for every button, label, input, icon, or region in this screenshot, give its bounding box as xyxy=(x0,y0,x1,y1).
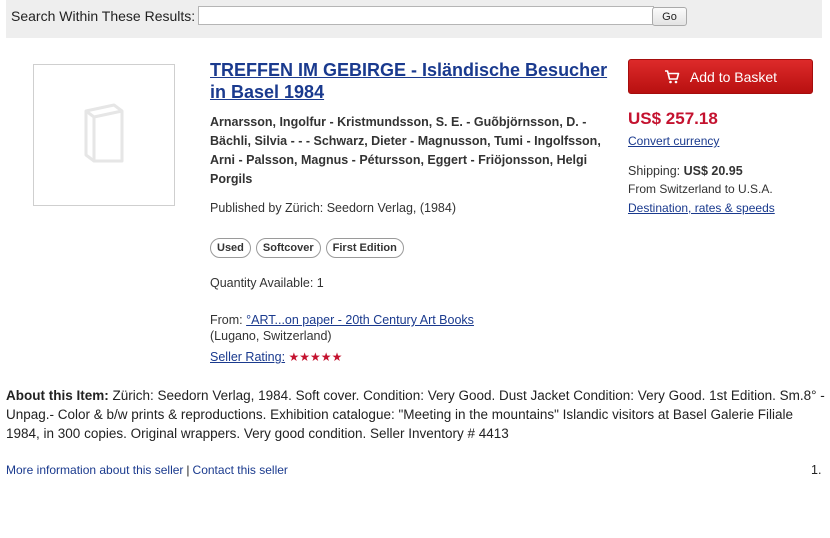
contact-seller-link[interactable]: Contact this seller xyxy=(193,463,288,477)
shipping-label: Shipping: xyxy=(628,164,681,178)
badge-used: Used xyxy=(210,238,251,258)
rating-stars-icon: ★★★★★ xyxy=(288,350,343,364)
shipping-info: Shipping: US$ 20.95 xyxy=(628,164,743,178)
badge-first-edition: First Edition xyxy=(325,238,404,258)
book-thumbnail[interactable] xyxy=(33,64,175,206)
price: US$ 257.18 xyxy=(628,109,718,128)
seller-rating-link[interactable]: Seller Rating: xyxy=(210,350,285,364)
more-info-seller-link[interactable]: More information about this seller xyxy=(6,463,183,477)
about-this-item: About this Item: Zürich: Seedorn Verlag,… xyxy=(6,386,826,443)
search-input[interactable] xyxy=(198,6,654,25)
shipping-price: US$ 20.95 xyxy=(683,164,743,178)
link-separator: | xyxy=(186,463,190,477)
result-number: 1. xyxy=(811,463,822,477)
book-placeholder-icon xyxy=(84,103,124,163)
seller-from: From: °ART...on paper - 20th Century Art… xyxy=(210,311,474,329)
listing-authors: Arnarsson, Ingolfur - Kristmundsson, S. … xyxy=(210,115,601,186)
seller-name-link[interactable]: °ART...on paper - 20th Century Art Books xyxy=(246,313,474,327)
convert-currency-link[interactable]: Convert currency xyxy=(628,134,719,148)
search-label: Search Within These Results: xyxy=(11,8,196,24)
listing-title[interactable]: TREFFEN IM GEBIRGE - Isländische Besuche… xyxy=(210,59,615,103)
search-bar: Search Within These Results: Go xyxy=(6,0,822,38)
add-to-basket-button[interactable]: Add to Basket xyxy=(628,59,813,94)
add-to-basket-label: Add to Basket xyxy=(689,68,778,85)
destination-rates-link[interactable]: Destination, rates & speeds xyxy=(628,201,775,215)
attribute-badges: Used Softcover First Edition xyxy=(210,238,404,258)
shipping-route: From Switzerland to U.S.A. xyxy=(628,182,773,196)
go-button[interactable]: Go xyxy=(652,7,687,26)
seller-footer-links: More information about this seller | Conta… xyxy=(6,463,288,477)
publisher-info: Published by Zürich: Seedorn Verlag, (19… xyxy=(210,201,456,215)
seller-location: (Lugano, Switzerland) xyxy=(210,329,332,343)
from-label: From: xyxy=(210,313,243,327)
seller-rating: Seller Rating: ★★★★★ xyxy=(210,350,342,364)
badge-softcover: Softcover xyxy=(255,238,321,258)
quantity-available: Quantity Available: 1 xyxy=(210,276,324,290)
cart-icon xyxy=(664,69,680,83)
about-text: Zürich: Seedorn Verlag, 1984. Soft cover… xyxy=(6,388,825,441)
about-label: About this Item: xyxy=(6,388,109,403)
